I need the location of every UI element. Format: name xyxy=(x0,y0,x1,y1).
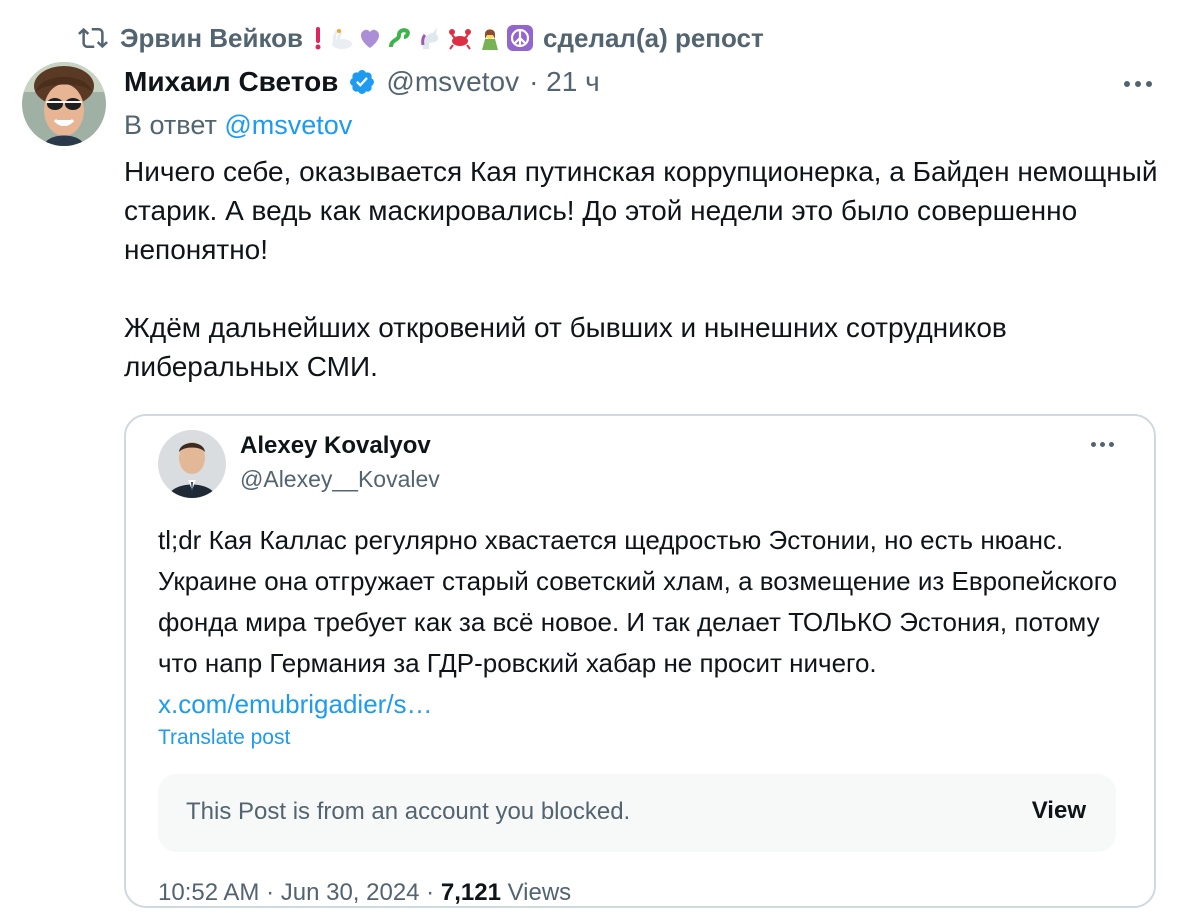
blocked-notice-text: This Post is from an account you blocked… xyxy=(186,798,631,825)
views-label: Views xyxy=(507,879,572,906)
crab-emoji-icon xyxy=(447,25,473,51)
tweet-paragraph-2: Ждём дальнейших откровений от бывших и н… xyxy=(124,312,1007,382)
more-options-icon[interactable] xyxy=(1118,70,1158,98)
reply-context: В ответ @msvetov xyxy=(124,110,352,141)
repost-icon xyxy=(78,27,108,49)
tweet-time[interactable]: · 21 ч xyxy=(529,66,600,98)
tweet-text: Ничего себе, оказывается Кая путинская к… xyxy=(124,152,1164,386)
exclamation-emoji-icon xyxy=(313,25,323,51)
woman-emoji-icon xyxy=(477,25,503,51)
views-count: 7,121 xyxy=(440,879,501,906)
peace-emoji-icon xyxy=(507,25,534,51)
quote-text: tl;dr Кая Каллас регулярно хвастается ще… xyxy=(158,520,1118,725)
verified-badge-icon xyxy=(350,70,375,94)
blocked-notice: This Post is from an account you blocked… xyxy=(158,774,1116,852)
repost-user[interactable]: Эрвин Вейков xyxy=(120,23,303,54)
view-button[interactable]: View xyxy=(1032,797,1086,825)
quote-link[interactable]: x.com/emubrigadier/s… xyxy=(158,689,433,719)
translate-post-link[interactable]: Translate post xyxy=(158,726,290,750)
tweet-paragraph-1: Ничего себе, оказывается Кая путинская к… xyxy=(124,156,1158,265)
emoji-row xyxy=(313,25,534,51)
avatar[interactable] xyxy=(22,62,106,146)
quote-meta: 10:52 AM · Jun 30, 2024 · 7,121 Views xyxy=(158,879,572,906)
quote-author-name[interactable]: Alexey Kovalyov xyxy=(240,432,431,460)
dragon-emoji-icon xyxy=(387,25,413,51)
unicorn-emoji-icon xyxy=(417,25,443,51)
reply-handle-link[interactable]: @msvetov xyxy=(224,110,352,140)
author-handle[interactable]: @msvetov xyxy=(386,66,519,98)
purple-heart-emoji-icon xyxy=(357,25,383,51)
tweet-author-row: Михаил Светов @msvetov · 21 ч xyxy=(124,64,600,100)
quoted-tweet[interactable]: Alexey Kovalyov @Alexey__Kovalev tl;dr К… xyxy=(124,414,1156,908)
repost-header: Эрвин Вейков сделал(а) репост xyxy=(76,20,764,56)
quote-body: tl;dr Кая Каллас регулярно хвастается ще… xyxy=(158,525,1118,678)
swan-emoji-icon xyxy=(327,25,353,51)
quote-timestamp[interactable]: 10:52 AM · Jun 30, 2024 · xyxy=(158,879,434,906)
quote-author-handle[interactable]: @Alexey__Kovalev xyxy=(240,466,440,493)
quote-more-options-icon[interactable] xyxy=(1091,442,1114,447)
quote-avatar[interactable] xyxy=(158,430,226,498)
reply-prefix: В ответ xyxy=(124,110,217,140)
author-name[interactable]: Михаил Светов xyxy=(124,66,338,98)
repost-label: сделал(а) репост xyxy=(543,22,764,53)
